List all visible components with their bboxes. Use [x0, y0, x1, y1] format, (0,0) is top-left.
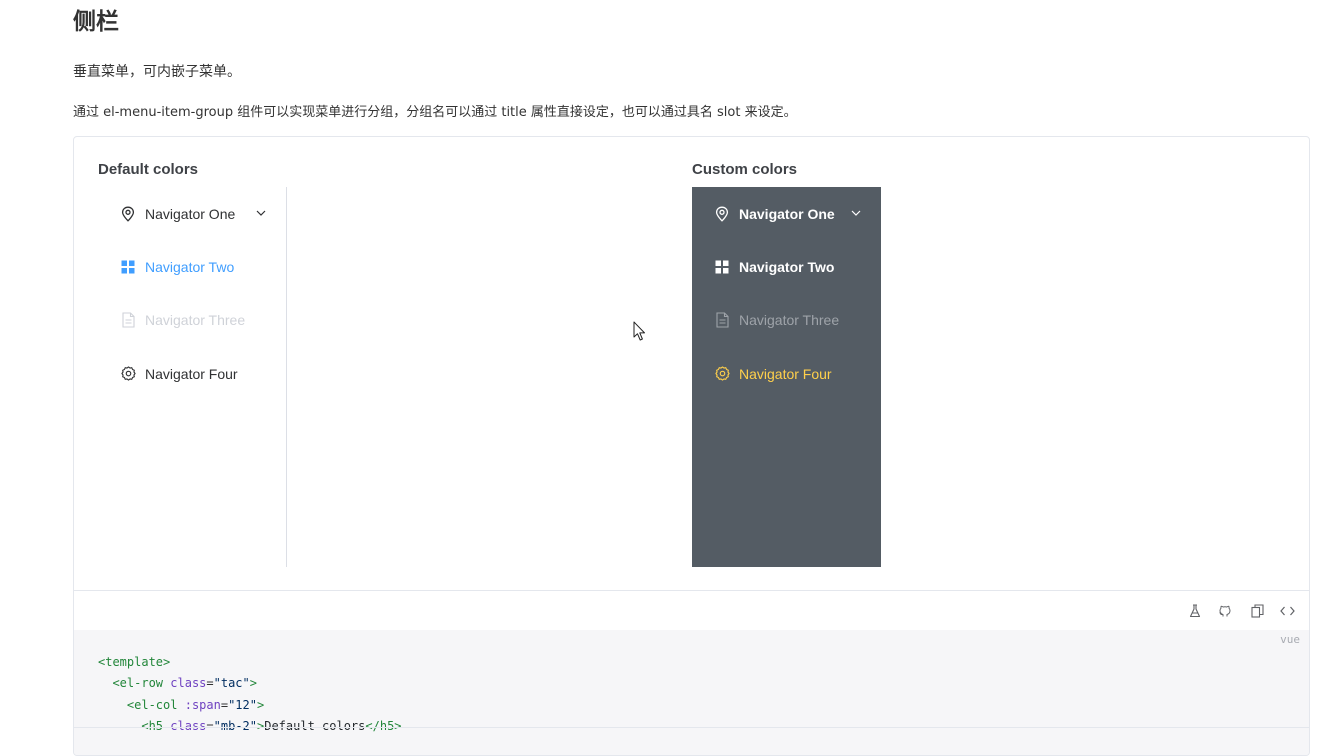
intro-text: 垂直菜单，可内嵌子菜单。 — [73, 64, 241, 80]
code-token: </h5> — [365, 718, 402, 733]
view-source-button[interactable] — [1279, 603, 1295, 619]
default-menu-item-navigator-one[interactable]: Navigator One — [98, 187, 286, 240]
copy-icon — [1250, 604, 1264, 618]
menu-item-label: Navigator Two — [739, 258, 835, 275]
custom-menu-item-navigator-four[interactable]: Navigator Four — [692, 347, 881, 400]
default-menu-item-navigator-four[interactable]: Navigator Four — [98, 347, 286, 400]
grid-menu-icon — [120, 259, 136, 275]
demo-block: Default colors Custom colors Navigator O… — [73, 136, 1310, 756]
code-icon — [1279, 605, 1295, 617]
code-token: class — [170, 676, 207, 691]
default-menu-item-navigator-three[interactable]: Navigator Three — [98, 293, 286, 346]
code-token: "tac" — [213, 676, 250, 691]
github-icon — [1218, 604, 1232, 618]
location-icon — [714, 206, 730, 222]
custom-menu-item-navigator-three[interactable]: Navigator Three — [692, 293, 881, 346]
github-button[interactable] — [1217, 603, 1233, 619]
menu-item-label: Navigator Three — [739, 311, 840, 328]
flask-icon — [1189, 604, 1201, 618]
location-icon — [120, 206, 136, 222]
custom-menu-item-navigator-one[interactable]: Navigator One — [692, 187, 881, 240]
chevron-down-icon — [254, 206, 268, 220]
code-panel: vue <template> <el-row class="tac"> <el-… — [74, 630, 1309, 755]
code-token: Default colors — [264, 718, 366, 733]
code-language-label: vue — [1280, 633, 1300, 646]
code-token: <el-row — [112, 676, 164, 691]
menu-item-label: Navigator Four — [739, 365, 832, 382]
menu-item-label: Navigator One — [739, 205, 835, 222]
code-token: class — [170, 718, 207, 733]
code-token: > — [256, 697, 265, 712]
copy-button[interactable] — [1249, 603, 1265, 619]
code-token: <h5 — [141, 718, 164, 733]
custom-menu-item-navigator-two[interactable]: Navigator Two — [692, 240, 881, 293]
page-title: 侧栏 — [73, 9, 119, 35]
playground-button[interactable] — [1187, 603, 1203, 619]
code-token: "12" — [228, 697, 257, 712]
code-token: <el-col — [126, 697, 178, 712]
mouse-cursor-icon — [633, 321, 647, 342]
demo-toolbar — [74, 590, 1309, 631]
code-token: <template> — [98, 655, 171, 669]
menu-item-label: Navigator One — [145, 205, 236, 222]
code-block: <template> <el-row class="tac"> <el-col … — [98, 655, 402, 733]
description-text: 通过 el-menu-item-group 组件可以实现菜单进行分组，分组名可以… — [73, 105, 797, 120]
custom-menu: Navigator One Navigator Two Navigator Th… — [692, 187, 881, 567]
menu-item-label: Navigator Four — [145, 365, 238, 382]
custom-colors-title: Custom colors — [692, 161, 798, 178]
code-token: > — [249, 676, 257, 691]
code-token: :span — [184, 697, 221, 712]
chevron-down-icon — [849, 206, 863, 220]
document-icon — [714, 311, 730, 328]
setting-icon — [714, 366, 730, 382]
code-token: "mb-2" — [213, 718, 257, 733]
menu-item-label: Navigator Two — [145, 258, 235, 275]
setting-icon — [120, 366, 136, 382]
default-menu: Navigator One Navigator Two Navigator Th… — [98, 187, 287, 567]
document-icon — [120, 311, 136, 328]
menu-item-label: Navigator Three — [145, 311, 246, 328]
default-menu-item-navigator-two[interactable]: Navigator Two — [98, 240, 286, 293]
default-colors-title: Default colors — [98, 161, 199, 178]
horizontal-scrollbar[interactable] — [73, 727, 1310, 728]
grid-menu-icon — [714, 259, 730, 275]
